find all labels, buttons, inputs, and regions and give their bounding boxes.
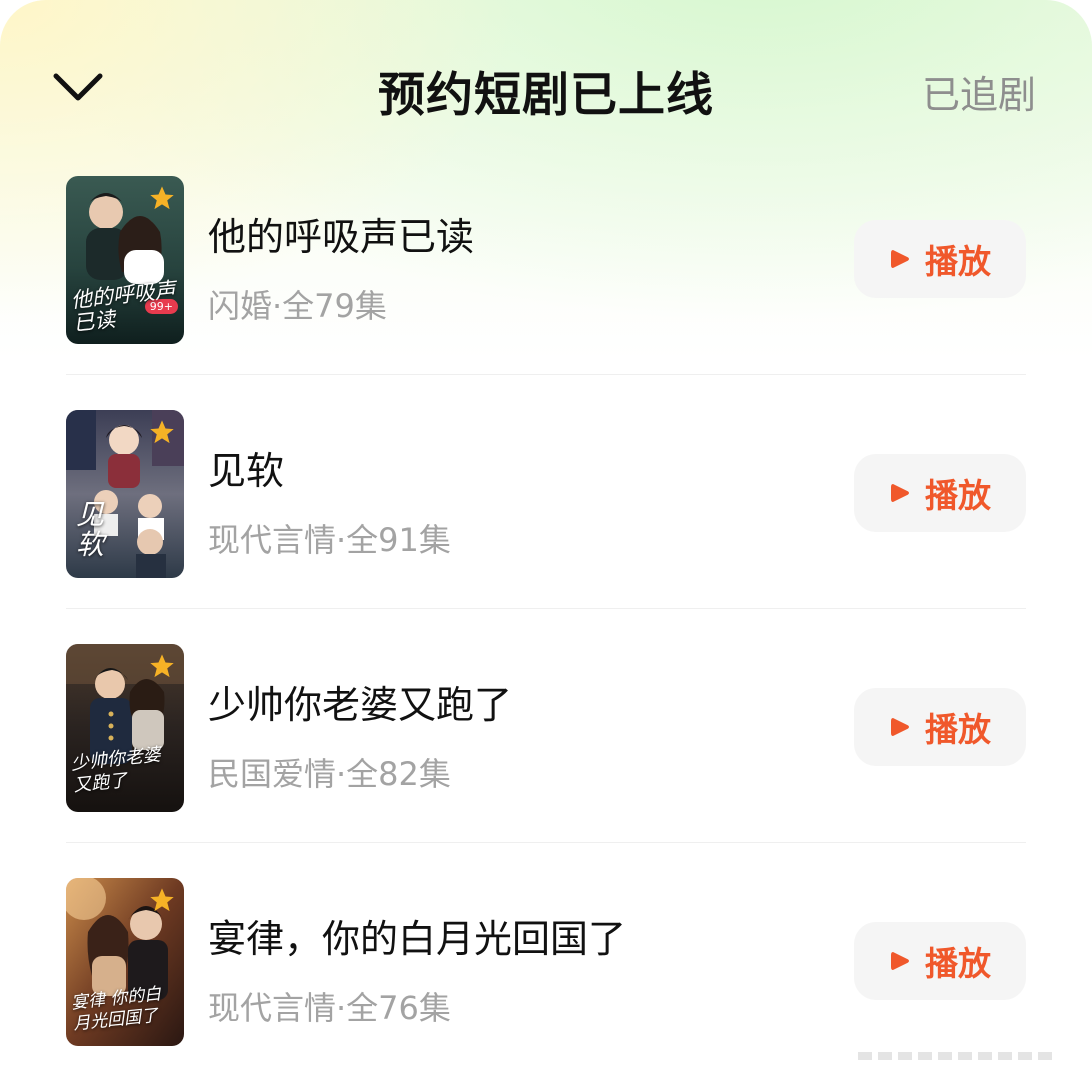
drama-list: 99+ 他的呼吸声 已读 他的呼吸声已读 闪婚·全79集 播放 见软 见软 现代… [0, 176, 1092, 1080]
play-button[interactable]: 播放 [854, 454, 1026, 532]
show-meta: 现代言情·全91集 [208, 521, 451, 559]
list-item: 少帅你老婆 又跑了 少帅你老婆又跑了 民国爱情·全82集 播放 [0, 644, 1092, 878]
show-title[interactable]: 见软 [208, 440, 451, 495]
item-info: 宴律，你的白月光回国了 现代言情·全76集 [208, 908, 626, 1029]
poster-thumbnail[interactable]: 宴律 你的白月光回国了 [66, 878, 184, 1046]
show-meta: 现代言情·全76集 [208, 989, 451, 1027]
play-icon [891, 484, 909, 502]
play-label: 播放 [925, 242, 991, 281]
item-info: 少帅你老婆又跑了 民国爱情·全82集 [208, 674, 512, 795]
poster-thumbnail[interactable]: 见软 [66, 410, 184, 578]
item-info: 见软 现代言情·全91集 [208, 440, 451, 561]
list-item: 见软 见软 现代言情·全91集 播放 [0, 410, 1092, 644]
list-item: 99+ 他的呼吸声 已读 他的呼吸声已读 闪婚·全79集 播放 [0, 176, 1092, 410]
favorite-star-icon [150, 888, 174, 912]
play-button[interactable]: 播放 [854, 220, 1026, 298]
bottom-sheet: 预约短剧已上线 已追剧 99+ 他的呼吸声 已读 他的呼吸声已读 闪婚·全79集… [0, 0, 1092, 1080]
poster-thumbnail[interactable]: 99+ 他的呼吸声 已读 [66, 176, 184, 344]
poster-thumbnail[interactable]: 少帅你老婆 又跑了 [66, 644, 184, 812]
play-button[interactable]: 播放 [854, 922, 1026, 1000]
play-button[interactable]: 播放 [854, 688, 1026, 766]
show-title[interactable]: 他的呼吸声已读 [208, 206, 474, 261]
watermark-strip [858, 1052, 1058, 1060]
followed-shows-link[interactable]: 已追剧 [922, 64, 1036, 119]
show-title[interactable]: 宴律，你的白月光回国了 [208, 908, 626, 963]
poster-title-art: 见软 [76, 498, 105, 561]
show-title[interactable]: 少帅你老婆又跑了 [208, 674, 512, 729]
show-meta: 民国爱情·全82集 [208, 755, 451, 793]
divider [66, 374, 1026, 375]
play-icon [891, 718, 909, 736]
item-info: 他的呼吸声已读 闪婚·全79集 [208, 206, 474, 327]
favorite-star-icon [150, 420, 174, 444]
favorite-star-icon [150, 654, 174, 678]
play-label: 播放 [925, 710, 991, 749]
play-label: 播放 [925, 476, 991, 515]
divider [66, 842, 1026, 843]
play-icon [891, 250, 909, 268]
divider [66, 608, 1026, 609]
show-meta: 闪婚·全79集 [208, 287, 387, 325]
play-label: 播放 [925, 944, 991, 983]
list-item: 宴律 你的白月光回国了 宴律，你的白月光回国了 现代言情·全76集 播放 [0, 878, 1092, 1080]
favorite-star-icon [150, 186, 174, 210]
play-icon [891, 952, 909, 970]
sheet-header: 预约短剧已上线 已追剧 [0, 0, 1092, 176]
